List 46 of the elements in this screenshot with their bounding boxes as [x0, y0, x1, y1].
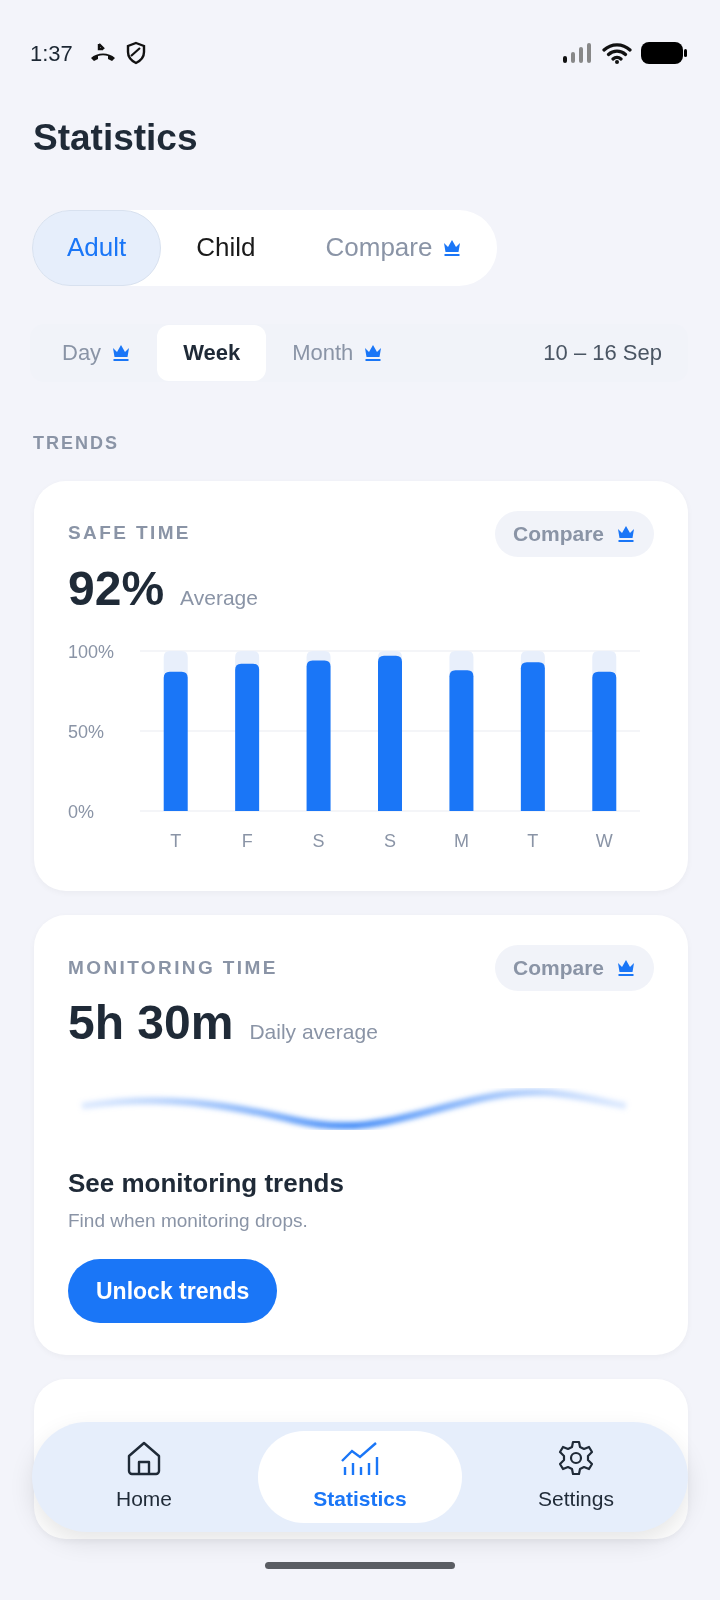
stat-caption: Average — [180, 584, 258, 611]
axis-label: F — [241, 831, 253, 851]
date-range[interactable]: 10 – 16 Sep — [543, 336, 682, 369]
profile-tab[interactable]: Adult — [32, 209, 162, 286]
stat-caption: Daily average — [249, 1019, 378, 1045]
crown-icon — [616, 524, 636, 543]
card-title: MONITORING TIME — [68, 955, 278, 980]
crown-icon — [442, 238, 463, 257]
axis-label: S — [384, 831, 396, 851]
nav-tab[interactable]: Statistics — [258, 1431, 462, 1523]
promo-heading: See monitoring trends — [68, 1166, 345, 1200]
nav-tab[interactable]: Home — [42, 1431, 246, 1523]
section-label: TRENDS — [33, 431, 120, 455]
compare-button[interactable]: Compare — [494, 510, 654, 557]
crown-icon — [616, 959, 636, 977]
status-time: 1:37 — [30, 39, 73, 68]
axis-label: T — [527, 831, 539, 851]
stat-value: 92% — [68, 564, 165, 613]
stat-value: 5h 30m — [68, 999, 234, 1047]
axis-label: T — [170, 831, 182, 851]
unlock-button[interactable]: Unlock trends — [68, 1259, 278, 1323]
period-tab[interactable]: Week — [157, 324, 267, 381]
period-tab[interactable]: Month — [266, 324, 410, 381]
nav-tab[interactable]: Settings — [474, 1431, 678, 1523]
card-title: SAFE TIME — [68, 521, 191, 546]
compare-button[interactable]: Compare — [494, 945, 654, 991]
profile-tab[interactable]: Compare — [290, 209, 498, 286]
axis-label: 0% — [68, 802, 94, 822]
chart-icon — [340, 1439, 380, 1478]
axis-label: W — [595, 831, 613, 851]
page-title: Statistics — [33, 116, 199, 160]
shield-icon — [124, 41, 147, 65]
axis-label: 50% — [68, 722, 105, 742]
axis-label: M — [453, 831, 469, 851]
home-icon — [125, 1439, 163, 1478]
axis-label: 100% — [68, 642, 115, 662]
battery-icon — [640, 41, 688, 65]
signal-icon — [562, 42, 594, 64]
promo-text: Find when monitoring drops. — [68, 1208, 309, 1233]
profile-tab[interactable]: Child — [161, 209, 291, 286]
axis-label: S — [312, 831, 325, 851]
period-tab[interactable]: Day — [36, 324, 158, 381]
crown-icon — [363, 343, 384, 362]
settings-icon — [557, 1439, 595, 1478]
wifi-icon — [602, 42, 632, 64]
crown-icon — [111, 343, 132, 362]
